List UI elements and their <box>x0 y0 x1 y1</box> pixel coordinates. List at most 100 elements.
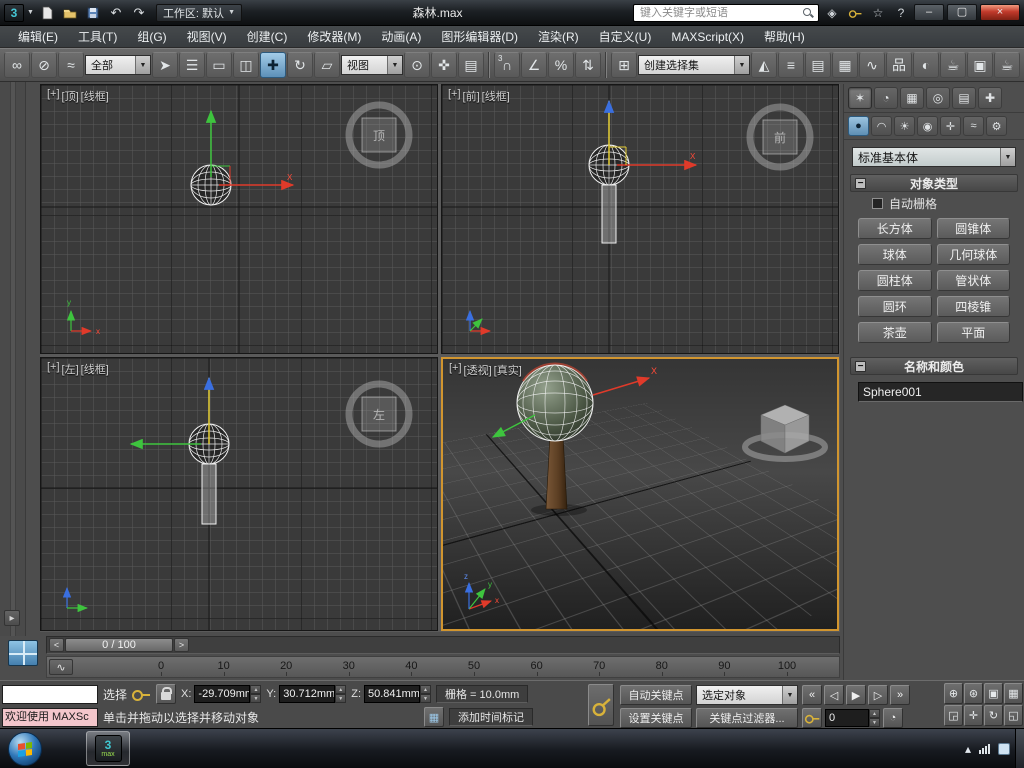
viewport-shading-button[interactable]: [线框] <box>81 361 109 377</box>
object-type-button[interactable]: 茶壶 <box>858 322 932 343</box>
material-editor-icon[interactable]: ◐ <box>913 52 939 78</box>
viewport-shading-button[interactable]: [线框] <box>81 88 109 104</box>
isolate-toggle-icon[interactable]: ▦ <box>424 707 444 727</box>
open-file-button[interactable] <box>60 3 80 23</box>
menu-item[interactable]: 帮助(H) <box>754 26 815 47</box>
play-button[interactable]: ▶ <box>846 685 866 705</box>
add-time-tag[interactable]: 添加时间标记 <box>449 708 533 726</box>
bind-to-space-warp-icon[interactable]: ≈ <box>58 52 84 78</box>
object-type-button[interactable]: 圆环 <box>858 296 932 317</box>
object-type-button[interactable]: 圆柱体 <box>858 270 932 291</box>
menu-item[interactable]: 修改器(M) <box>297 26 371 47</box>
zoom-icon[interactable]: ⊕ <box>944 683 963 704</box>
viewport-layout-icon[interactable] <box>8 640 38 666</box>
field-of-view-icon[interactable]: ◲ <box>944 705 963 726</box>
network-icon[interactable] <box>979 744 990 754</box>
angle-snap-icon[interactable]: ∠ <box>521 52 547 78</box>
name-color-rollout-header[interactable]: − 名称和颜色 <box>850 357 1018 375</box>
tree-object[interactable] <box>517 363 593 509</box>
hidden-icons-arrow[interactable]: ▴ <box>965 742 971 756</box>
x-value[interactable]: -29.709mm <box>194 685 250 703</box>
dropdown-arrow-icon[interactable]: ▼ <box>1000 148 1015 166</box>
viewport-front[interactable]: X 前 [+] [前] [线框] <box>441 84 839 354</box>
viewport-shading-button[interactable]: [线框] <box>482 88 510 104</box>
maxscript-listener-line1[interactable] <box>2 685 98 704</box>
maximize-viewport-icon[interactable]: ◱ <box>1004 705 1023 726</box>
select-and-link-icon[interactable]: ∞ <box>4 52 30 78</box>
favorites-star-icon[interactable]: ☆ <box>868 4 888 22</box>
spinner-snap-icon[interactable]: ⇅ <box>575 52 601 78</box>
helpers-category[interactable]: ✛ <box>940 116 961 136</box>
workspace-dropdown[interactable]: 工作区: 默认 ▼ <box>156 4 242 22</box>
set-keys-button[interactable]: 设置关键点 <box>620 708 692 728</box>
set-key-button[interactable] <box>588 684 614 726</box>
save-file-button[interactable] <box>83 3 103 23</box>
object-type-button[interactable]: 平面 <box>937 322 1011 343</box>
viewport-top[interactable]: X y x 顶 [+] [顶] [线框] <box>40 84 438 354</box>
viewport-pov-button[interactable]: [透视] <box>464 362 492 378</box>
start-button[interactable] <box>8 732 42 766</box>
layer-manager-icon[interactable]: ▤ <box>805 52 831 78</box>
shapes-category[interactable]: ◠ <box>871 116 892 136</box>
object-type-rollout-header[interactable]: − 对象类型 <box>850 174 1018 192</box>
object-type-button[interactable]: 圆锥体 <box>937 218 1011 239</box>
geometry-category[interactable]: ● <box>848 116 869 136</box>
edit-named-selections-icon[interactable]: ⊞ <box>611 52 637 78</box>
time-configuration-button[interactable]: ◔ <box>883 708 903 728</box>
menu-item[interactable]: 工具(T) <box>68 26 127 47</box>
key-filters-button[interactable]: 关键点过滤器... <box>696 708 798 728</box>
viewcube[interactable]: 顶 <box>349 105 409 165</box>
autogrid-checkbox[interactable] <box>872 198 883 209</box>
collapse-icon[interactable]: − <box>855 361 866 372</box>
object-type-button[interactable]: 几何球体 <box>937 244 1011 265</box>
rendered-frame-icon[interactable]: ▣ <box>967 52 993 78</box>
viewport-shading-button[interactable]: [真实] <box>494 362 522 378</box>
viewcube[interactable] <box>745 405 825 459</box>
named-selection-sets-dropdown[interactable]: 创建选择集▼ <box>638 55 750 75</box>
previous-frame-button[interactable]: ◁ <box>824 685 844 705</box>
select-and-move-icon[interactable]: ✚ <box>260 52 286 78</box>
viewport-menu-button[interactable]: [+] <box>47 88 60 104</box>
search-input[interactable] <box>638 6 798 20</box>
menu-item[interactable]: 组(G) <box>127 26 176 47</box>
zoom-all-icon[interactable]: ⊛ <box>964 683 983 704</box>
current-frame-field[interactable]: 0 ▲▼ <box>825 709 880 727</box>
y-spinner[interactable]: ▲▼ <box>335 685 346 703</box>
next-frame-button[interactable]: ▷ <box>868 685 888 705</box>
space-warps-category[interactable]: ≈ <box>963 116 984 136</box>
graphite-ribbon-icon[interactable]: ▦ <box>832 52 858 78</box>
window-crossing-icon[interactable]: ◫ <box>233 52 259 78</box>
object-type-button[interactable]: 四棱锥 <box>937 296 1011 317</box>
mini-curve-editor-button[interactable]: ∿ <box>49 659 73 675</box>
previous-frame-nudge-button[interactable]: < <box>49 638 64 652</box>
close-button[interactable]: × <box>980 4 1020 21</box>
collapse-icon[interactable]: − <box>855 178 866 189</box>
y-coordinate-field[interactable]: Y: 30.712mm ▲▼ <box>266 685 346 703</box>
z-spinner[interactable]: ▲▼ <box>420 685 431 703</box>
viewport-menu-button[interactable]: [+] <box>47 361 60 377</box>
lights-category[interactable]: ☀ <box>894 116 915 136</box>
taskbar-3dsmax-button[interactable]: 3 max <box>86 731 130 766</box>
menu-item[interactable]: 渲染(R) <box>528 26 589 47</box>
y-value[interactable]: 30.712mm <box>279 685 335 703</box>
viewcube[interactable]: 左 <box>349 384 409 444</box>
layout-tabs-expand-button[interactable]: ▸ <box>4 610 20 626</box>
dropdown-arrow-icon[interactable]: ▼ <box>387 56 402 74</box>
snap-toggle-icon[interactable]: ∩3 <box>494 52 520 78</box>
show-desktop-button[interactable] <box>1015 729 1024 768</box>
viewport-pov-button[interactable]: [前] <box>463 88 480 104</box>
menu-item[interactable]: MAXScript(X) <box>661 28 754 46</box>
new-scene-button[interactable] <box>37 3 57 23</box>
select-and-scale-icon[interactable]: ▱ <box>314 52 340 78</box>
object-category-dropdown[interactable]: 标准基本体 ▼ <box>852 147 1016 167</box>
orbit-icon[interactable]: ↻ <box>984 705 1003 726</box>
motion-tab[interactable]: ◎ <box>926 87 950 109</box>
sign-in-key-icon[interactable] <box>845 4 865 22</box>
mirror-icon[interactable]: ◭ <box>751 52 777 78</box>
schematic-view-icon[interactable]: 品 <box>886 52 912 78</box>
use-pivot-center-icon[interactable]: ⊙ <box>404 52 430 78</box>
x-spinner[interactable]: ▲▼ <box>250 685 261 703</box>
frame-spinner[interactable]: ▲▼ <box>869 709 880 727</box>
go-to-end-button[interactable]: » <box>890 685 910 705</box>
viewcube[interactable]: 前 <box>750 107 810 167</box>
